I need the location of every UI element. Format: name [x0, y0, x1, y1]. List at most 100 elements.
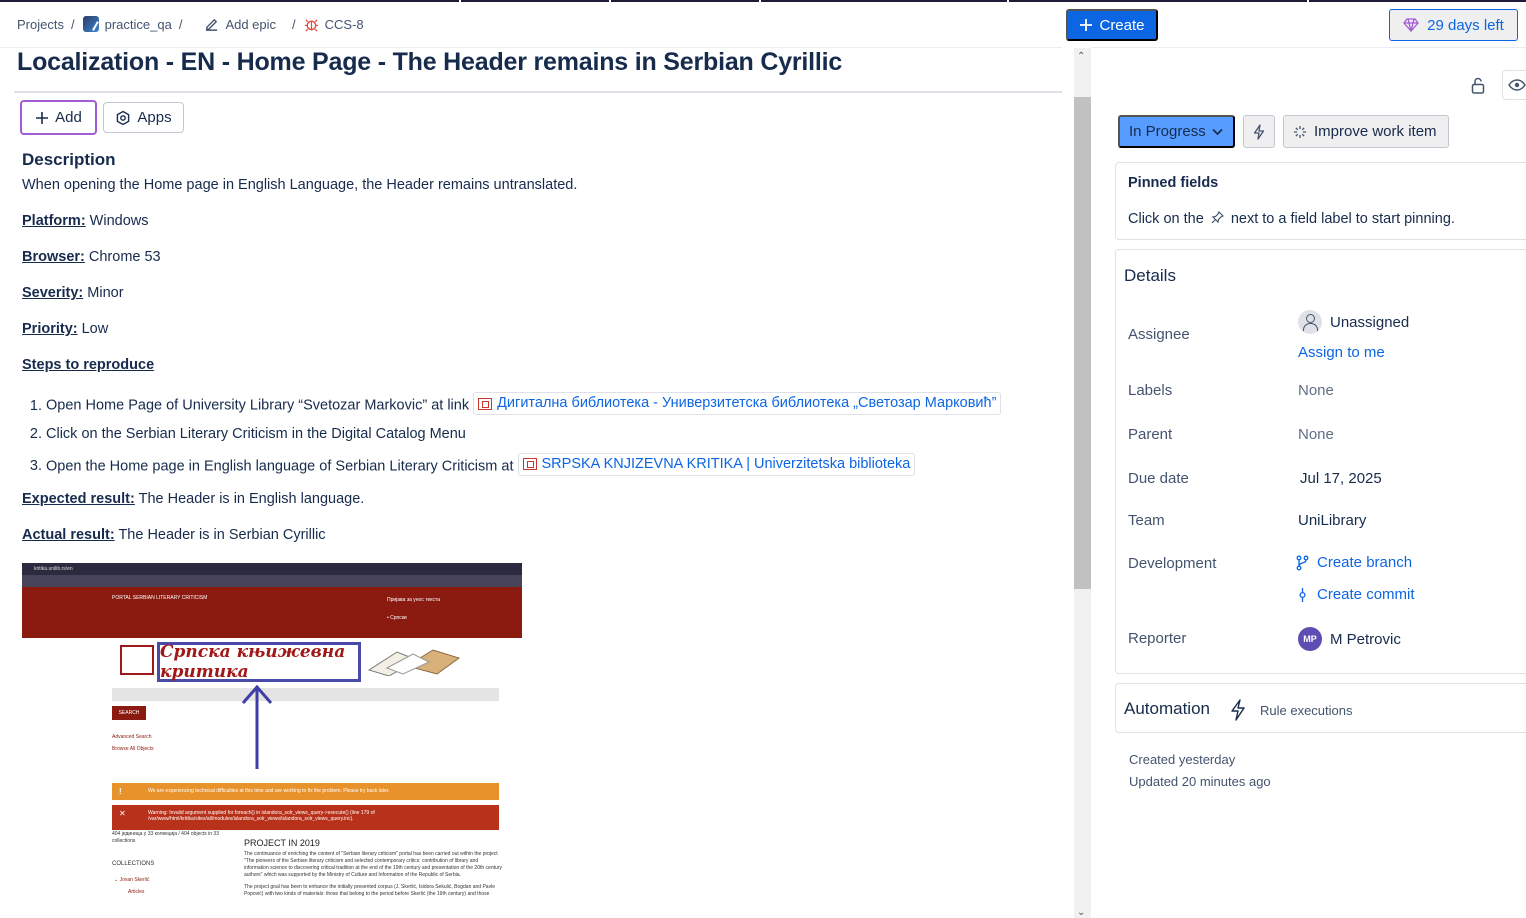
lightning-icon — [1230, 699, 1246, 724]
breadcrumb-separator: / — [178, 16, 183, 32]
team-field[interactable]: UniLibrary — [1298, 512, 1366, 529]
breadcrumb-projects[interactable]: Projects — [17, 17, 64, 32]
updated-timestamp: Updated 20 minutes ago — [1129, 774, 1271, 789]
expected-line: Expected result: The Header is in Englis… — [22, 491, 365, 507]
library-smart-link[interactable]: Дигитална библиотека - Универзитетска би… — [473, 392, 1002, 415]
pinned-fields-heading: Pinned fields — [1128, 175, 1219, 191]
attached-error: ✕ Warning: Invalid argument supplied for … — [112, 805, 499, 830]
automation-heading: Automation — [1124, 699, 1210, 718]
description-section[interactable]: Description When opening the Home page i… — [22, 148, 1062, 562]
scroll-down-icon[interactable]: ⌄ — [1077, 907, 1085, 918]
breadcrumb-issue-key[interactable]: CCS-8 — [304, 17, 364, 32]
pin-icon — [1211, 210, 1224, 224]
attached-collection: ⌄ Jovan Skerlić — [114, 877, 150, 883]
attached-browser-tabs — [22, 575, 522, 587]
improve-work-item-button[interactable]: Improve work item — [1283, 115, 1449, 148]
add-epic-link[interactable]: Add epic — [204, 17, 276, 32]
watch-eye-icon[interactable] — [1502, 70, 1526, 100]
steps-heading: Steps to reproduce — [22, 357, 155, 373]
automation-panel[interactable]: Automation Rule executions — [1115, 683, 1526, 733]
created-timestamp: Created yesterday — [1129, 752, 1236, 767]
kritika-smart-link[interactable]: SRPSKA KNJIZEVNA KRITIKA | Univerzitetsk… — [517, 452, 916, 476]
attached-project-text: The project goal has been to enhance the… — [244, 884, 495, 897]
attached-link: Browse All Objects — [112, 746, 154, 752]
attached-collection: Articles — [128, 889, 145, 895]
lock-icon[interactable] — [1469, 76, 1487, 94]
attachment-screenshot[interactable]: kritika.unilib.rs/en PORTAL SERBIAN LITE… — [22, 563, 522, 903]
description-intro: When opening the Home page in English La… — [22, 177, 578, 193]
labels-label: Labels — [1128, 382, 1173, 399]
details-heading[interactable]: Details — [1124, 266, 1176, 286]
add-button[interactable]: Add — [20, 100, 97, 135]
library-favicon-icon — [522, 458, 537, 470]
list-item: Open the Home page in English language o… — [46, 452, 1062, 477]
status-dropdown[interactable]: In Progress — [1118, 115, 1235, 148]
trial-days-button[interactable]: 29 days left — [1389, 9, 1518, 41]
breadcrumb-separator: / — [70, 16, 75, 32]
issue-title[interactable]: Localization - EN - Home Page - The Head… — [17, 48, 842, 77]
attached-count: 404 јединица у 33 колекција / 404 object… — [112, 831, 219, 844]
automation-button[interactable] — [1243, 115, 1275, 148]
apps-icon — [117, 110, 130, 125]
browser-line: Browser: Chrome 53 — [22, 249, 161, 265]
steps-list: Open Home Page of University Library “Sv… — [46, 392, 1062, 476]
actual-line: Actual result: The Header is in Serbian … — [22, 527, 326, 543]
team-label: Team — [1128, 512, 1165, 529]
attached-collections: COLLECTIONS — [112, 861, 155, 867]
pinned-fields-hint: Click on the next to a field label to st… — [1128, 210, 1455, 227]
platform-line: Platform: Windows — [22, 213, 149, 229]
rule-executions-link[interactable]: Rule executions — [1260, 703, 1353, 718]
annotation-arrow-icon — [241, 684, 273, 769]
development-label: Development — [1128, 555, 1217, 572]
sparkle-icon — [1294, 125, 1306, 138]
plus-icon — [1080, 19, 1093, 31]
attached-link: Advanced Search — [112, 734, 152, 740]
header-divider — [1091, 47, 1526, 48]
due-date-label: Due date — [1128, 470, 1189, 487]
attached-project-text: The continuance of enriching the content… — [244, 851, 502, 878]
library-logo-icon — [120, 645, 154, 675]
due-date-field[interactable]: Jul 17, 2025 — [1300, 470, 1382, 487]
diamond-icon — [1403, 18, 1419, 32]
create-branch-link[interactable]: Create branch — [1296, 554, 1412, 571]
parent-label: Parent — [1128, 426, 1173, 443]
reporter-label: Reporter — [1128, 630, 1187, 647]
list-item: Open Home Page of University Library “Sv… — [46, 392, 1062, 416]
breadcrumb-separator: / — [292, 16, 296, 32]
attached-banner: PORTAL SERBIAN LITERARY CRITICISM Пријав… — [22, 587, 522, 638]
lightning-icon — [1253, 123, 1265, 140]
create-commit-link[interactable]: Create commit — [1296, 586, 1415, 603]
scrollbar-thumb[interactable] — [1074, 97, 1091, 589]
attached-project-heading: PROJECT IN 2019 — [244, 838, 320, 848]
scroll-up-icon[interactable]: ⌃ — [1077, 51, 1085, 62]
details-panel: Details Assignee Unassigned Assign to me… — [1115, 249, 1526, 674]
attached-search-button: SEARCH — [112, 706, 146, 720]
project-avatar-icon — [82, 16, 99, 32]
apps-button[interactable]: Apps — [103, 102, 184, 133]
edit-icon — [206, 18, 218, 31]
assign-to-me-link[interactable]: Assign to me — [1298, 344, 1385, 361]
unassigned-avatar-icon — [1298, 310, 1322, 334]
labels-field[interactable]: None — [1298, 382, 1334, 399]
assignee-field[interactable]: Unassigned — [1298, 310, 1409, 334]
books-icon — [367, 649, 461, 676]
list-item: Click on the Serbian Literary Criticism … — [46, 425, 1062, 444]
plus-icon — [36, 111, 49, 124]
attached-warning: ! We are experiencing technical difficult… — [112, 783, 499, 800]
parent-field[interactable]: None — [1298, 426, 1334, 443]
breadcrumb: Projects / practice_qa / Add epic / CCS-… — [17, 12, 364, 36]
create-button[interactable]: Create — [1066, 9, 1158, 41]
severity-line: Severity: Minor — [22, 285, 124, 301]
reporter-avatar: MP — [1298, 627, 1322, 651]
attached-logo-highlight: Српска књижевна критика — [157, 642, 361, 682]
library-favicon-icon — [478, 397, 493, 410]
branch-icon — [1296, 555, 1309, 570]
pinned-fields-panel: Pinned fields Click on the next to a fie… — [1115, 162, 1526, 240]
breadcrumb-project[interactable]: practice_qa — [82, 16, 172, 32]
reporter-field[interactable]: MP M Petrovic — [1298, 627, 1401, 651]
description-heading: Description — [22, 150, 116, 169]
priority-line: Priority: Low — [22, 321, 109, 337]
window-top-edge — [0, 0, 1526, 2]
attached-search-bar — [112, 688, 499, 701]
chevron-down-icon — [1212, 128, 1223, 135]
